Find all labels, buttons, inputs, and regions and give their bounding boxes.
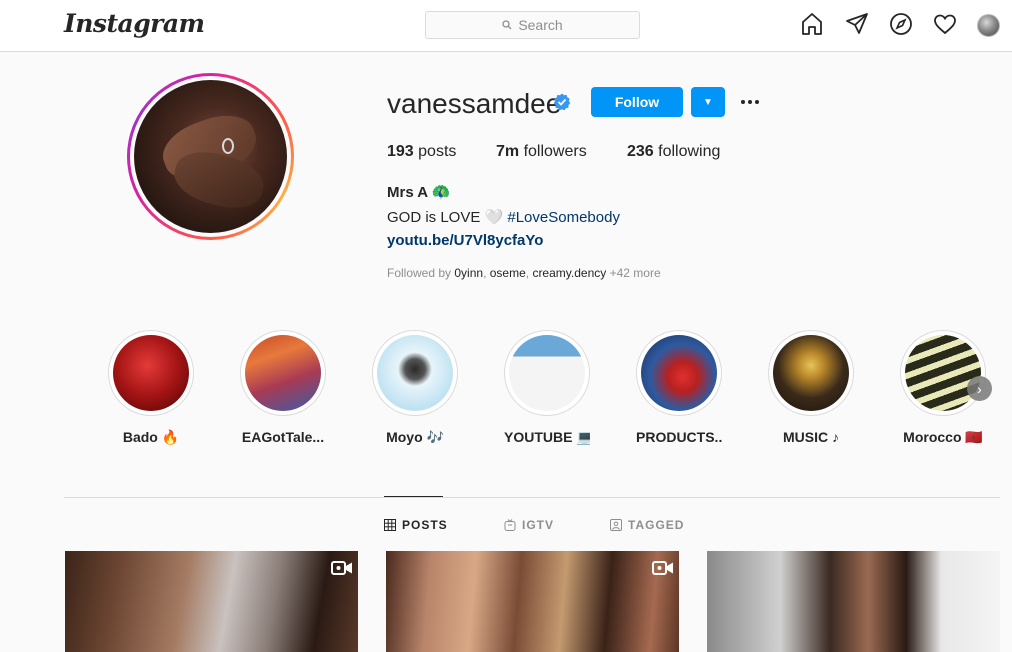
- explore-icon[interactable]: [889, 12, 915, 38]
- followed-by-text[interactable]: Followed by 0yinn, oseme, creamy.dency +…: [387, 266, 661, 280]
- following-count[interactable]: 236 following: [627, 143, 720, 161]
- verified-badge-icon: [553, 93, 571, 111]
- top-nav-bar: Instagram Search: [0, 0, 1012, 52]
- posts-count[interactable]: 193 posts: [387, 143, 456, 161]
- instagram-logo[interactable]: Instagram: [64, 9, 205, 38]
- tab-igtv[interactable]: IGTV: [504, 518, 554, 532]
- tagged-icon: [610, 519, 622, 531]
- video-icon: [331, 561, 352, 575]
- tabs-divider: [64, 497, 1000, 498]
- bio-text: GOD is LOVE 🤍 #LoveSomebody: [387, 209, 620, 226]
- search-icon: [502, 20, 512, 30]
- profile-picture: [134, 80, 287, 233]
- tab-tagged[interactable]: TAGGED: [610, 518, 684, 532]
- search-placeholder: Search: [518, 17, 563, 33]
- bio-hashtag-link[interactable]: #LoveSomebody: [507, 209, 620, 226]
- story-highlight[interactable]: EAGotTale...: [240, 330, 326, 445]
- post-thumbnail[interactable]: [65, 551, 358, 652]
- more-options-icon[interactable]: [738, 92, 762, 112]
- story-highlight[interactable]: Moyo 🎶: [372, 330, 458, 446]
- chevron-right-icon[interactable]: ›: [967, 376, 992, 401]
- activity-heart-icon[interactable]: [933, 12, 959, 38]
- video-icon: [652, 561, 673, 575]
- profile-picture-ring[interactable]: [127, 73, 294, 240]
- post-thumbnail[interactable]: [707, 551, 1000, 652]
- profile-username: vanessamdee: [387, 88, 562, 119]
- post-thumbnail[interactable]: [386, 551, 679, 652]
- tab-posts[interactable]: POSTS: [384, 518, 448, 532]
- follow-button[interactable]: Follow: [591, 87, 683, 117]
- grid-icon: [384, 519, 396, 531]
- story-highlight[interactable]: MUSIC ♪: [768, 330, 854, 445]
- home-icon[interactable]: [800, 12, 826, 38]
- bio-full-name: Mrs A 🦚: [387, 184, 451, 201]
- story-highlight[interactable]: YOUTUBE 💻: [504, 330, 590, 446]
- active-tab-indicator: [384, 496, 443, 497]
- profile-avatar[interactable]: [977, 14, 1000, 37]
- story-highlight[interactable]: PRODUCTS...: [636, 330, 722, 445]
- search-input[interactable]: Search: [425, 11, 640, 39]
- bio-website-link[interactable]: youtu.be/U7Vl8ycfaYo: [387, 232, 543, 249]
- igtv-icon: [504, 519, 516, 531]
- story-highlight[interactable]: Bado 🔥: [108, 330, 194, 446]
- chevron-down-icon: ▼: [703, 96, 713, 108]
- direct-icon[interactable]: [845, 12, 871, 38]
- suggested-accounts-dropdown-button[interactable]: ▼: [691, 87, 725, 117]
- followers-count[interactable]: 7m followers: [496, 143, 587, 161]
